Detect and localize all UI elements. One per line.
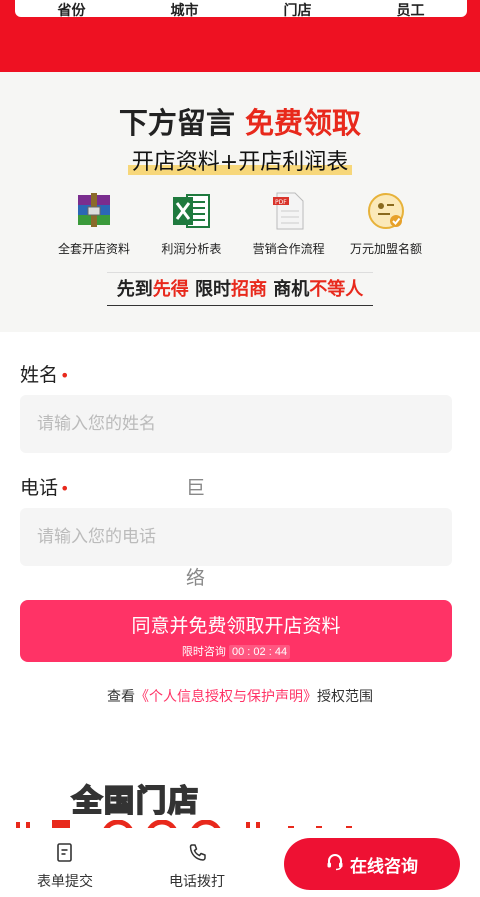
countdown-seconds: 44 xyxy=(274,646,288,658)
feature-item: 全套开店资料 xyxy=(48,190,140,257)
promo-subtitle-text: 开店资料+开店利润表 xyxy=(127,150,353,175)
phone-call-tab[interactable]: 电话拨打 xyxy=(152,842,242,891)
badge-check-icon xyxy=(363,190,409,232)
countdown-sep: : xyxy=(268,646,272,658)
pdf-icon: PDF xyxy=(266,190,312,232)
promo-banner: 下方留言 免费领取 开店资料+开店利润表 全套开店资料 利润分析表 PDF 营销… xyxy=(0,72,480,332)
phone-icon xyxy=(152,842,242,864)
slogan-highlight: 先得 xyxy=(152,279,189,300)
required-marker: • xyxy=(60,366,70,385)
stat-label-province: 省份 xyxy=(57,3,86,17)
online-consult-button[interactable]: 在线咨询 xyxy=(284,838,460,890)
promo-title: 下方留言 免费领取 xyxy=(0,100,480,142)
slogan-highlight: 招商 xyxy=(231,279,267,300)
phone-label-text: 电话 xyxy=(20,477,59,499)
phone-label: 电话• 巨宣网络 xyxy=(20,473,205,589)
promo-subtitle: 开店资料+开店利润表 xyxy=(0,144,480,176)
promo-title-prefix: 下方留言 xyxy=(118,106,235,140)
slogan-part: 商机 xyxy=(267,279,310,300)
countdown-hours: 00 xyxy=(231,646,245,658)
privacy-suffix: 授权范围 xyxy=(317,689,373,705)
promo-title-highlight: 免费领取 xyxy=(245,106,362,140)
feature-item: PDF 营销合作流程 xyxy=(243,190,335,257)
top-banner: 省份 城市 门店 员工 xyxy=(0,0,480,72)
headset-icon xyxy=(326,853,344,876)
stat-label-city: 城市 xyxy=(170,3,199,17)
phone-call-label: 电话拨打 xyxy=(169,874,225,890)
privacy-notice: 查看《个人信息授权与保护声明》授权范围 xyxy=(0,686,480,706)
feature-label: 全套开店资料 xyxy=(57,242,130,256)
slogan-part: 限时 xyxy=(188,279,231,300)
feature-label: 利润分析表 xyxy=(161,242,222,256)
stores-title: 全国门店 xyxy=(71,783,200,820)
slogan-highlight: 不等人 xyxy=(309,279,364,300)
feature-label: 营销合作流程 xyxy=(252,242,325,256)
feature-label: 万元加盟名额 xyxy=(349,242,422,256)
stat-label-store: 门店 xyxy=(283,3,312,17)
slogan-part: 先到 xyxy=(116,279,153,300)
name-input[interactable] xyxy=(20,395,452,453)
stats-card: 省份 城市 门店 员工 xyxy=(15,0,467,17)
submit-button[interactable]: 同意并免费领取开店资料 限时咨询 00 : 02 : 44 xyxy=(20,600,452,662)
form-submit-tab[interactable]: 表单提交 xyxy=(20,842,110,891)
name-label: 姓名 • xyxy=(20,360,69,390)
countdown-prefix: 限时咨询 xyxy=(181,646,226,658)
feature-item: 万元加盟名额 xyxy=(340,190,432,257)
name-label-text: 姓名 xyxy=(20,364,59,386)
bottom-action-bar: 表单提交 电话拨打 在线咨询 xyxy=(0,828,480,897)
countdown-sep: : xyxy=(247,646,251,658)
feature-list: 全套开店资料 利润分析表 PDF 营销合作流程 万元加盟名额 xyxy=(48,190,432,257)
excel-icon xyxy=(168,190,214,232)
countdown-timer: 限时咨询 00 : 02 : 44 xyxy=(20,643,452,659)
privacy-prefix: 查看 xyxy=(107,689,135,705)
slogan: 先到先得 限时招商 商机不等人 xyxy=(107,272,373,306)
form-submit-label: 表单提交 xyxy=(37,874,93,890)
phone-input[interactable] xyxy=(20,508,452,566)
stat-label-staff: 员工 xyxy=(396,3,425,17)
privacy-policy-link[interactable]: 《个人信息授权与保护声明》 xyxy=(135,689,317,705)
countdown-minutes: 02 xyxy=(253,646,266,658)
submit-label: 同意并免费领取开店资料 xyxy=(131,616,341,637)
online-consult-label: 在线咨询 xyxy=(350,856,418,876)
form-icon xyxy=(20,842,110,864)
feature-item: 利润分析表 xyxy=(145,190,237,257)
required-marker: • xyxy=(60,479,70,498)
svg-text:PDF: PDF xyxy=(275,199,287,206)
winrar-archive-icon xyxy=(71,190,117,232)
